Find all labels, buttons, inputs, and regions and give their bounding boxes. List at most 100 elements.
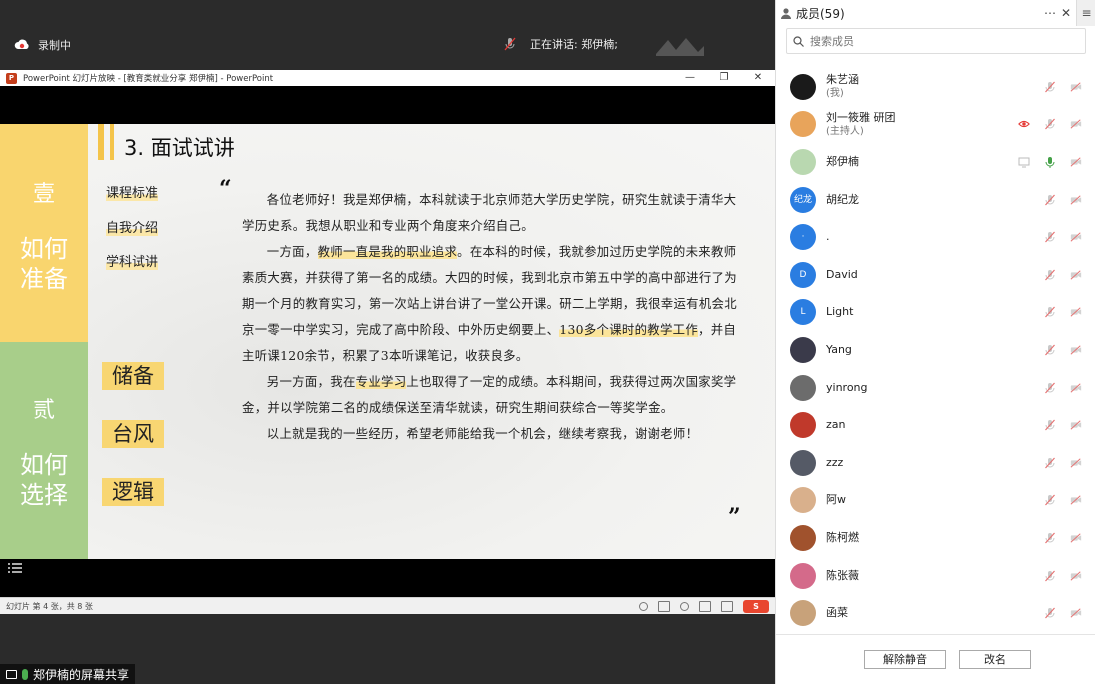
- mic-active-icon[interactable]: [1044, 156, 1056, 168]
- recording-indicator[interactable]: 录制中: [14, 37, 71, 53]
- slide-menu-item: 课程标准: [104, 182, 160, 201]
- text-run: 各位老师好！我是郑伊楠，本科就读于北京师范大学历史学院，研究生就读于清华大学历史…: [242, 192, 737, 233]
- camera-off-icon[interactable]: [1070, 118, 1082, 130]
- member-row[interactable]: 郑伊楠: [776, 143, 1095, 181]
- section-number-2: 贰: [32, 398, 55, 423]
- member-info: 郑伊楠: [826, 155, 859, 169]
- speaking-label: 正在讲话: 郑伊楠;: [530, 38, 618, 51]
- member-row[interactable]: Yang: [776, 331, 1095, 369]
- panel-menu-icon[interactable]: ≡: [1076, 0, 1095, 26]
- more-options-icon[interactable]: ⋯: [1042, 6, 1058, 20]
- mic-muted-icon[interactable]: [1044, 532, 1056, 544]
- mic-muted-icon[interactable]: [1044, 306, 1056, 318]
- member-row[interactable]: 陈柯燃: [776, 519, 1095, 557]
- mic-muted-icon[interactable]: [1044, 269, 1056, 281]
- member-info: Light: [826, 305, 853, 319]
- member-name: 朱艺涵: [826, 73, 859, 87]
- mic-muted-icon[interactable]: [1044, 382, 1056, 394]
- slide-menu-label: 课程标准: [106, 186, 159, 201]
- paragraph: 各位老师好！我是郑伊楠，本科就读于北京师范大学历史学院，研究生就读于清华大学历史…: [242, 187, 747, 239]
- prev-slide-icon[interactable]: [639, 602, 648, 611]
- camera-off-icon[interactable]: [1070, 156, 1082, 168]
- mic-muted-icon[interactable]: [1044, 344, 1056, 356]
- next-slide-icon[interactable]: [680, 602, 689, 611]
- mic-muted-icon[interactable]: [1044, 419, 1056, 431]
- member-row[interactable]: yinrong: [776, 369, 1095, 407]
- camera-off-icon[interactable]: [1070, 457, 1082, 469]
- section-number-1: 壹: [32, 182, 55, 207]
- member-row[interactable]: 阿w: [776, 482, 1095, 520]
- close-button[interactable]: ✕: [741, 70, 775, 86]
- slide[interactable]: 壹 如何准备 贰 如何选择 3. 面试试讲 课程标准 自我介绍 学科试讲 储备 …: [0, 124, 775, 559]
- member-row[interactable]: D David: [776, 256, 1095, 294]
- rename-button[interactable]: 改名: [959, 650, 1031, 669]
- member-name: 函菜: [826, 606, 848, 620]
- camera-off-icon[interactable]: [1070, 194, 1082, 206]
- member-name: David: [826, 267, 858, 281]
- mic-muted-icon[interactable]: [1044, 607, 1056, 619]
- camera-off-icon[interactable]: [1070, 81, 1082, 93]
- camera-off-icon[interactable]: [1070, 269, 1082, 281]
- member-status-icons: [1044, 81, 1082, 93]
- member-row[interactable]: 刘一筱雅 研团 (主持人): [776, 106, 1095, 144]
- mic-muted-icon[interactable]: [1044, 570, 1056, 582]
- unmute-all-button[interactable]: 解除静音: [864, 650, 946, 669]
- minimize-button[interactable]: —: [673, 70, 707, 86]
- member-row[interactable]: 陈张薇: [776, 557, 1095, 595]
- keyword-tag: 台风: [102, 420, 164, 448]
- notes-icon[interactable]: [658, 601, 670, 612]
- panel-header: 成员(59) ⋯ ✕ ≡: [776, 0, 1095, 26]
- restore-button[interactable]: ❐: [707, 70, 741, 86]
- slide-menu-item: 自我介绍: [104, 217, 160, 236]
- mic-muted-icon[interactable]: [1044, 118, 1056, 130]
- slide-sorter-icon[interactable]: [721, 601, 733, 612]
- member-status-icons: [1044, 532, 1082, 544]
- member-info: yinrong: [826, 381, 868, 395]
- member-status-icons: [1044, 419, 1082, 431]
- speaker-video-thumbnail: [656, 38, 704, 56]
- member-name: 胡纪龙: [826, 192, 859, 206]
- member-info: 陈张薇: [826, 569, 859, 583]
- close-panel-icon[interactable]: ✕: [1058, 6, 1074, 20]
- member-row[interactable]: zan: [776, 406, 1095, 444]
- camera-off-icon[interactable]: [1070, 382, 1082, 394]
- mic-muted-icon[interactable]: [1044, 494, 1056, 506]
- camera-off-icon[interactable]: [1070, 231, 1082, 243]
- section-band-prepare: [0, 124, 88, 342]
- camera-off-icon[interactable]: [1070, 607, 1082, 619]
- camera-off-icon[interactable]: [1070, 419, 1082, 431]
- slide-title: 3. 面试试讲: [124, 136, 235, 160]
- member-row[interactable]: 朱艺涵 (我): [776, 68, 1095, 106]
- eye-icon[interactable]: [1018, 118, 1030, 130]
- member-search[interactable]: [786, 28, 1086, 54]
- mic-muted-icon[interactable]: [1044, 231, 1056, 243]
- member-status-icons: [1044, 194, 1082, 206]
- member-row[interactable]: zzz: [776, 444, 1095, 482]
- avatar: ·: [790, 224, 816, 251]
- text-run: 以上就是我的一些经历，希望老师能给我一个机会，继续考察我，谢谢老师！: [266, 426, 699, 441]
- search-input[interactable]: [810, 34, 1070, 48]
- member-info: 刘一筱雅 研团 (主持人): [826, 111, 896, 138]
- member-row[interactable]: 函菜: [776, 594, 1095, 632]
- camera-off-icon[interactable]: [1070, 344, 1082, 356]
- mic-muted-icon[interactable]: [1044, 457, 1056, 469]
- member-info: David: [826, 268, 858, 282]
- member-status-icons: [1044, 344, 1082, 356]
- screen-share-label: 郑伊楠的屏幕共享: [0, 664, 136, 684]
- section-title-1-text: 如何准备: [20, 235, 68, 293]
- camera-off-icon[interactable]: [1070, 532, 1082, 544]
- slide-list-icon[interactable]: [8, 562, 22, 574]
- member-name: 阿w: [826, 493, 846, 507]
- camera-off-icon[interactable]: [1070, 494, 1082, 506]
- mic-muted-icon[interactable]: [1044, 194, 1056, 206]
- input-method-icon[interactable]: S: [743, 600, 769, 613]
- normal-view-icon[interactable]: [699, 601, 711, 612]
- member-row[interactable]: 纪龙 胡纪龙: [776, 181, 1095, 219]
- member-row[interactable]: L Light: [776, 294, 1095, 332]
- mic-muted-icon[interactable]: [1044, 81, 1056, 93]
- panel-title: 成员(59): [796, 6, 845, 21]
- avatar: [790, 524, 816, 551]
- camera-off-icon[interactable]: [1070, 306, 1082, 318]
- camera-off-icon[interactable]: [1070, 570, 1082, 582]
- member-row[interactable]: ·.: [776, 218, 1095, 256]
